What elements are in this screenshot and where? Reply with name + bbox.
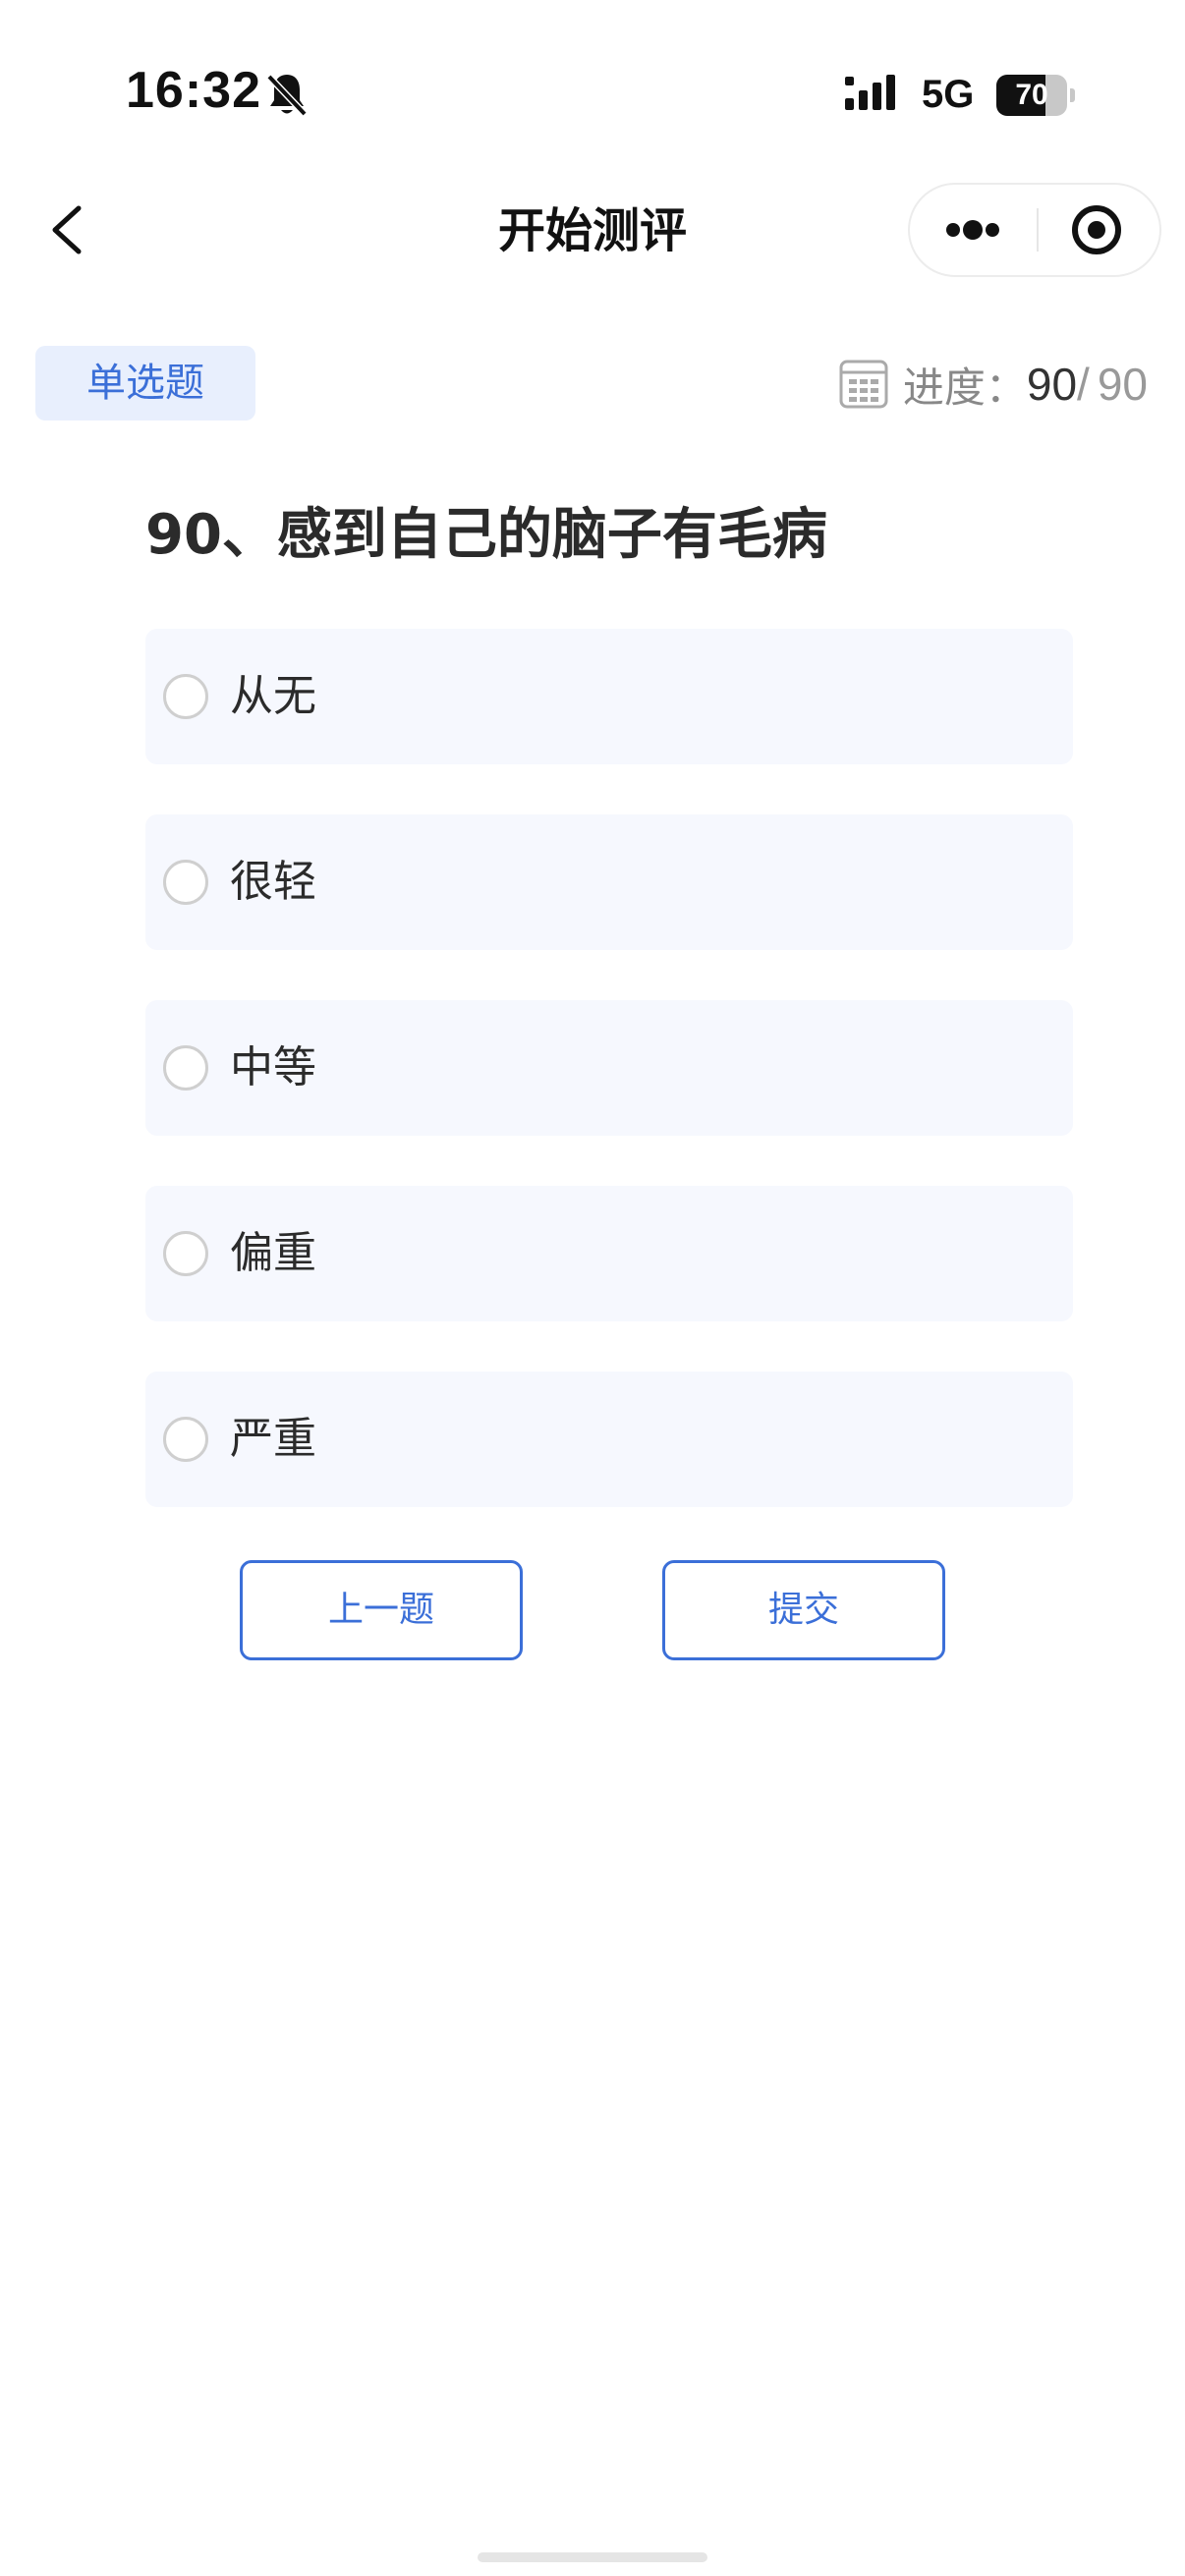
radio-button[interactable] — [163, 1045, 208, 1091]
option-item[interactable]: 中等 — [145, 1000, 1073, 1136]
question-type-badge: 单选题 — [35, 346, 255, 420]
battery-percent: 70 — [1015, 79, 1048, 111]
battery-body: 70 — [996, 75, 1067, 116]
question-text: 90、感到自己的脑子有毛病 — [145, 503, 827, 567]
option-item[interactable]: 严重 — [145, 1372, 1073, 1507]
target-circle-icon — [1072, 205, 1121, 254]
close-miniprogram-button[interactable] — [1040, 185, 1159, 275]
previous-question-button[interactable]: 上一题 — [240, 1560, 523, 1660]
cellular-signal-icon — [845, 75, 895, 110]
bell-slash-icon — [266, 74, 308, 117]
network-type: 5G — [922, 73, 975, 116]
grid-calendar-icon — [839, 360, 888, 409]
radio-button[interactable] — [163, 1231, 208, 1276]
option-item[interactable]: 从无 — [145, 629, 1073, 764]
radio-button[interactable] — [163, 860, 208, 905]
submit-button[interactable]: 提交 — [662, 1560, 945, 1660]
option-label: 从无 — [230, 671, 316, 721]
status-time: 16:32 — [126, 62, 261, 119]
options-list: 从无 很轻 中等 偏重 严重 — [145, 629, 1073, 1557]
option-label: 中等 — [230, 1042, 316, 1092]
battery-cap — [1070, 88, 1075, 102]
home-indicator[interactable] — [478, 2552, 707, 2562]
progress-indicator: 进度： 90 / 90 — [838, 350, 1148, 419]
option-label: 严重 — [230, 1414, 316, 1464]
more-button[interactable] — [910, 185, 1036, 275]
mini-program-capsule — [908, 183, 1161, 277]
radio-button[interactable] — [163, 674, 208, 719]
progress-total: 90 — [1097, 359, 1148, 410]
battery-icon: 70 — [996, 75, 1075, 116]
progress-current: 90 — [1026, 359, 1078, 410]
more-dots-icon — [946, 220, 999, 240]
option-item[interactable]: 偏重 — [145, 1186, 1073, 1321]
status-bar: 16:32 5G 70 — [0, 0, 1185, 187]
option-label: 很轻 — [230, 857, 316, 907]
option-label: 偏重 — [230, 1228, 316, 1278]
radio-button[interactable] — [163, 1417, 208, 1462]
capsule-divider — [1037, 208, 1039, 252]
option-item[interactable]: 很轻 — [145, 814, 1073, 950]
progress-separator: / — [1077, 359, 1090, 410]
progress-label: 进度： — [902, 363, 1027, 412]
